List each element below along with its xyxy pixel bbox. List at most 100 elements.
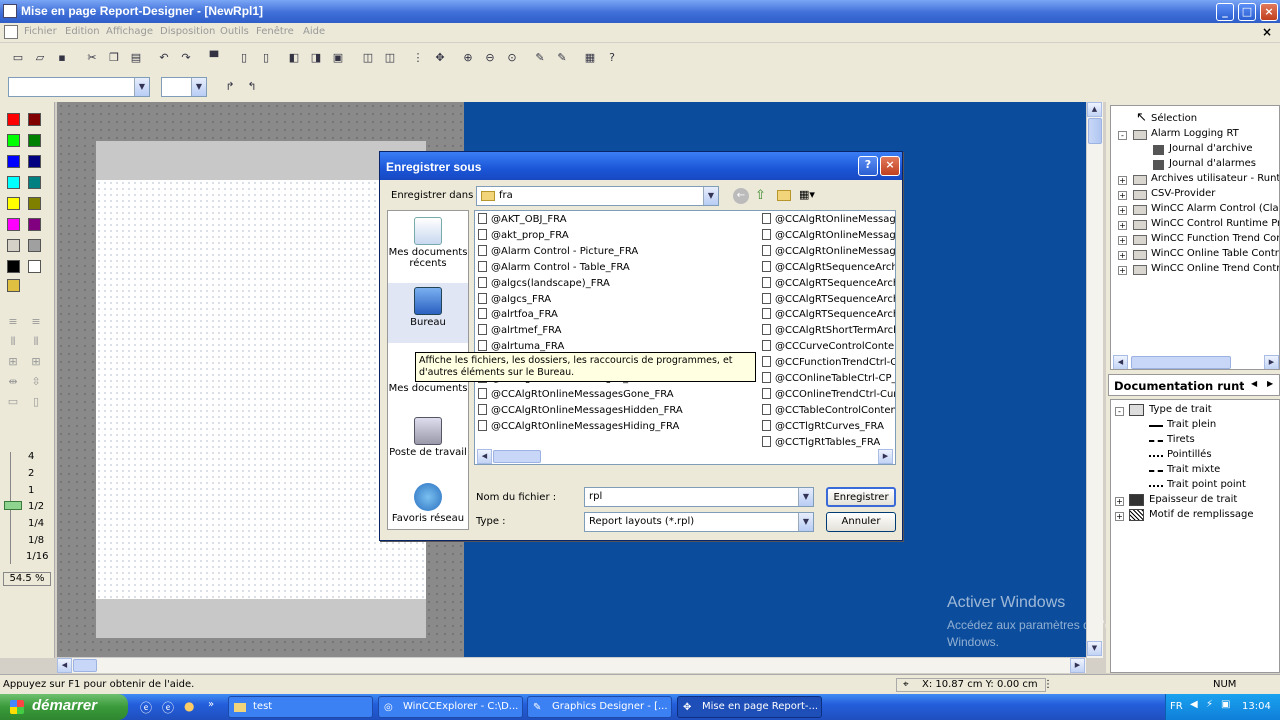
- expand-icon[interactable]: +: [1115, 497, 1124, 506]
- same-height-icon[interactable]: ▯: [28, 394, 44, 410]
- align2-icon[interactable]: ◫: [382, 50, 398, 66]
- tree-item[interactable]: WinCC Online Trend Contro: [1151, 263, 1279, 274]
- file-item[interactable]: @akt_prop_FRA: [478, 228, 569, 241]
- tree-item[interactable]: Journal d'archive: [1169, 143, 1253, 154]
- place-network[interactable]: Favoris réseau: [388, 483, 468, 524]
- expand-icon[interactable]: +: [1118, 191, 1127, 200]
- cut-icon[interactable]: ✂: [84, 50, 100, 66]
- scroll-down-icon[interactable]: ▼: [1087, 641, 1102, 656]
- place-recent[interactable]: Mes documents récents: [388, 217, 468, 269]
- chevron-left-icon[interactable]: ◀: [1251, 379, 1257, 388]
- new-icon[interactable]: ▭: [10, 50, 26, 66]
- quicklaunch-ie2-icon[interactable]: ⓔ: [162, 699, 174, 716]
- file-item[interactable]: @CCAlgRtOnlineMessages: [762, 244, 895, 257]
- grid-icon[interactable]: ⋮: [410, 50, 426, 66]
- expand-icon[interactable]: +: [1118, 266, 1127, 275]
- menu-aide[interactable]: Aide: [303, 26, 325, 37]
- zoom-level[interactable]: 1/8: [28, 535, 44, 546]
- tray-back-icon[interactable]: ◀: [1190, 699, 1198, 710]
- file-item[interactable]: @CCFunctionTrendCtrl-CF: [762, 356, 895, 368]
- zoom-out-icon[interactable]: ⊖: [482, 50, 498, 66]
- color-silver[interactable]: [7, 239, 20, 252]
- help-icon[interactable]: ?: [604, 50, 620, 66]
- paste-icon[interactable]: ▤: [128, 50, 144, 66]
- color-green[interactable]: [7, 134, 20, 147]
- scroll-left-icon[interactable]: ◀: [57, 658, 72, 673]
- file-item[interactable]: @Alarm Control - Table_FRA: [478, 260, 630, 273]
- tree-item[interactable]: Archives utilisateur - Runtin: [1151, 173, 1279, 184]
- tree-item[interactable]: WinCC Function Trend Contr: [1151, 233, 1279, 244]
- layout-icon[interactable]: ▯: [236, 50, 252, 66]
- report-page-body[interactable]: [96, 180, 426, 599]
- zoom-in-icon[interactable]: ⊕: [460, 50, 476, 66]
- task-test[interactable]: test: [228, 696, 373, 718]
- layout2-icon[interactable]: ▯: [258, 50, 274, 66]
- minimize-button[interactable]: _: [1216, 3, 1234, 21]
- new-folder-icon[interactable]: [777, 190, 791, 201]
- file-item[interactable]: @CCOnlineTableCtrl-CP_F: [762, 372, 895, 384]
- color-darkgreen[interactable]: [28, 134, 41, 147]
- file-item[interactable]: @CCAlgRtShortTermArchi: [762, 324, 895, 336]
- vertical-scrollbar[interactable]: ▲ ▼: [1086, 102, 1103, 658]
- wand-icon[interactable]: ✎: [532, 50, 548, 66]
- color-olive[interactable]: [28, 197, 41, 210]
- file-list[interactable]: @AKT_OBJ_FRA @akt_prop_FRA @Alarm Control …: [474, 210, 896, 465]
- file-item[interactable]: @CCAlgRtOnlineMessagesGone_FRA: [478, 387, 674, 400]
- center-v-icon[interactable]: ⊞: [28, 354, 44, 370]
- tree-item[interactable]: Type de trait: [1149, 404, 1212, 415]
- tray-network-icon[interactable]: ⚡: [1206, 699, 1213, 710]
- document-close-icon[interactable]: ×: [1262, 25, 1272, 39]
- color-white[interactable]: [28, 260, 41, 273]
- expand-icon[interactable]: +: [1118, 206, 1127, 215]
- file-item[interactable]: @CCAlgRTSequenceArchiv: [762, 276, 895, 289]
- file-item[interactable]: @CCOnlineTrendCtrl-Curv: [762, 387, 895, 400]
- tree-item[interactable]: Trait plein: [1167, 419, 1216, 430]
- tree-item[interactable]: Motif de remplissage: [1149, 509, 1254, 520]
- file-item[interactable]: @CCCurveControlContent: [762, 340, 895, 352]
- expand-icon[interactable]: +: [1118, 176, 1127, 185]
- scroll-left-icon[interactable]: ◀: [1113, 355, 1128, 369]
- expand-icon[interactable]: +: [1118, 251, 1127, 260]
- file-item[interactable]: @CCTlgRtCurves_FRA: [762, 419, 895, 432]
- file-item[interactable]: @CCAlgRTSequenceArchiv: [762, 308, 895, 320]
- menu-affichage[interactable]: Affichage: [106, 26, 153, 37]
- zoom-level[interactable]: 4: [28, 451, 34, 462]
- quicklaunch-ie-icon[interactable]: ⓔ: [140, 699, 152, 716]
- zoom-slider-thumb[interactable]: [4, 501, 22, 510]
- tree-item[interactable]: Trait point point: [1167, 479, 1246, 490]
- color-yellow[interactable]: [7, 197, 20, 210]
- tree-item[interactable]: Epaisseur de trait: [1149, 494, 1237, 505]
- filelist-hscroll-thumb[interactable]: [493, 450, 541, 463]
- tree-item[interactable]: Tirets: [1167, 434, 1195, 445]
- cancel-button[interactable]: Annuler: [826, 512, 896, 532]
- color-navy[interactable]: [28, 155, 41, 168]
- color-purple[interactable]: [28, 218, 41, 231]
- tray-device-icon[interactable]: ▣: [1221, 699, 1230, 710]
- tree-item-selection[interactable]: Sélection: [1151, 113, 1197, 124]
- file-item[interactable]: @Alarm Control - Picture_FRA: [478, 244, 638, 257]
- tree-hscroll-thumb[interactable]: [1131, 356, 1231, 369]
- save-icon[interactable]: ▪: [54, 50, 70, 66]
- menu-edition[interactable]: Edition: [65, 26, 100, 37]
- scroll-right-icon[interactable]: ▶: [1070, 658, 1085, 673]
- scroll-right-icon[interactable]: ▶: [878, 449, 893, 464]
- document-icon[interactable]: [4, 25, 18, 39]
- quicklaunch-firefox-icon[interactable]: ●: [184, 699, 194, 713]
- file-item[interactable]: @CCAlgRtOnlineMessages: [762, 228, 895, 241]
- rotate-icon[interactable]: ↱: [222, 79, 238, 95]
- place-my-computer[interactable]: Poste de travail: [388, 417, 468, 458]
- up-folder-icon[interactable]: ⇧: [755, 188, 766, 203]
- collapse-icon[interactable]: -: [1118, 131, 1127, 140]
- file-item[interactable]: @alrtfoa_FRA: [478, 308, 558, 320]
- redo-icon[interactable]: ↷: [178, 50, 194, 66]
- file-item[interactable]: @algcs(landscape)_FRA: [478, 276, 610, 289]
- maximize-button[interactable]: □: [1238, 3, 1256, 21]
- scroll-right-icon[interactable]: ▶: [1264, 355, 1279, 369]
- menu-disposition[interactable]: Disposition: [160, 26, 215, 37]
- file-item[interactable]: @AKT_OBJ_FRA: [478, 213, 567, 225]
- color-cyan[interactable]: [7, 176, 20, 189]
- collapse-icon[interactable]: -: [1115, 407, 1124, 416]
- color-darkred[interactable]: [28, 113, 41, 126]
- quicklaunch-more-icon[interactable]: »: [208, 699, 214, 710]
- zoom-fit-icon[interactable]: ⊙: [504, 50, 520, 66]
